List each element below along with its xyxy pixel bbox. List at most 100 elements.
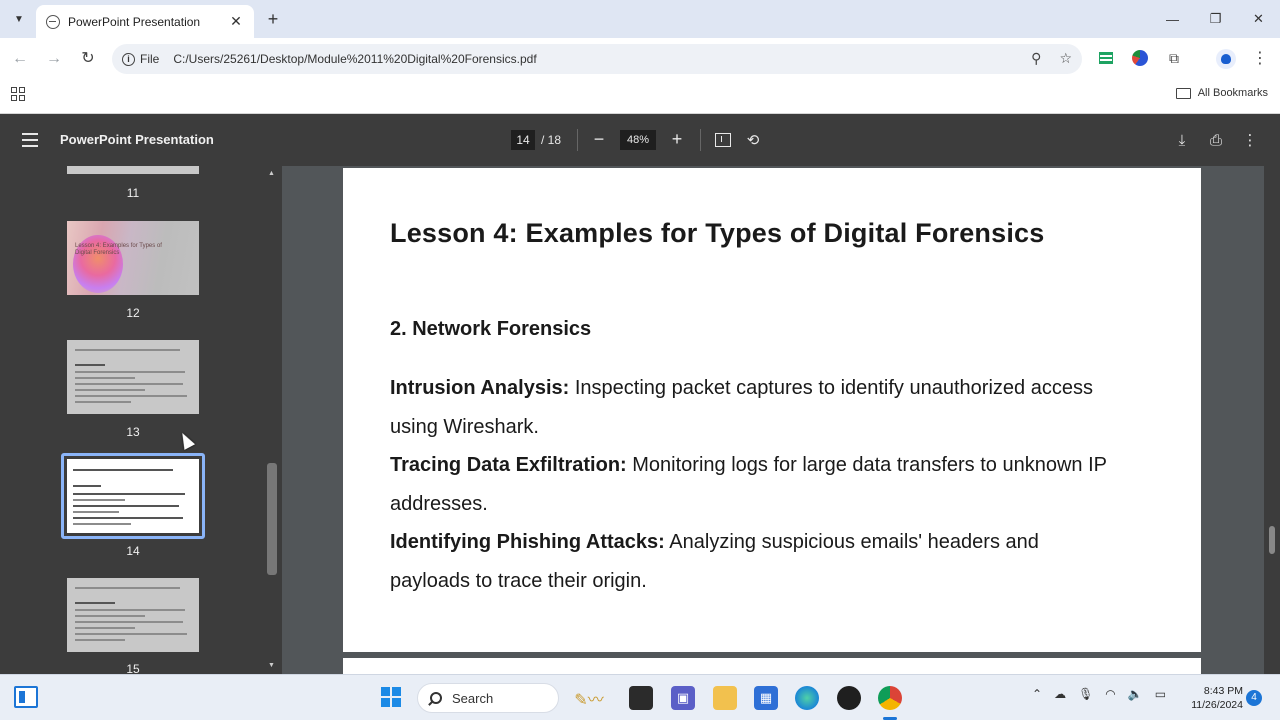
globe-icon — [46, 14, 60, 29]
maximize-button[interactable]: ❐ — [1194, 0, 1237, 38]
thumbnail-sidebar: 11 Lesson 4: Examples for Types of Digit… — [0, 166, 264, 674]
chat-icon[interactable]: ▣ — [671, 686, 695, 710]
new-tab-button[interactable]: + — [263, 9, 283, 29]
thumbnail-text: Lesson 4: Examples for Types of Digital … — [75, 243, 162, 256]
search-icon — [430, 692, 442, 704]
pdf-toolbar: PowerPoint Presentation 14 / 18 − 48% + … — [0, 114, 1280, 166]
scroll-up-icon[interactable]: ▲ — [268, 170, 275, 177]
clock-time: 8:43 PM — [1203, 685, 1243, 697]
page-total: / 18 — [541, 133, 562, 147]
close-window-button[interactable]: ✕ — [1237, 0, 1280, 38]
onedrive-icon[interactable]: ☁ — [1054, 687, 1066, 701]
bookmark-star-icon[interactable]: ☆ — [1059, 50, 1072, 67]
wifi-icon[interactable]: ◠ — [1105, 687, 1115, 701]
sidebar-menu-icon[interactable] — [22, 133, 38, 147]
scroll-down-icon[interactable]: ▼ — [268, 662, 275, 669]
site-info-chip[interactable]: i File — [122, 52, 159, 66]
divider — [700, 129, 701, 151]
minimize-button[interactable]: — — [1151, 0, 1194, 38]
file-explorer-icon[interactable] — [713, 686, 737, 710]
item-term: Tracing Data Exfiltration: — [390, 454, 627, 477]
microphone-icon[interactable]: 🎙 — [1078, 687, 1093, 701]
tab-title: PowerPoint Presentation — [68, 14, 201, 29]
print-icon[interactable]: ⎙ — [1205, 129, 1227, 151]
notification-badge[interactable]: 4 — [1246, 690, 1262, 706]
volume-icon[interactable]: 🔈 — [1128, 687, 1143, 701]
thumbnail-label: 14 — [126, 544, 140, 558]
clock[interactable]: 8:43 PM 11/26/2024 — [1183, 684, 1243, 712]
document-scroll-thumb[interactable] — [1269, 526, 1275, 554]
apps-grid-icon[interactable] — [11, 87, 25, 101]
extension-green-icon[interactable] — [1096, 48, 1116, 68]
widgets-icon[interactable] — [14, 686, 38, 708]
extensions-puzzle-icon[interactable]: ⧉ — [1164, 48, 1184, 68]
list-item: Intrusion Analysis: Inspecting packet ca… — [390, 369, 1110, 446]
thumbnail-label: 15 — [126, 662, 140, 674]
item-term: Identifying Phishing Attacks: — [390, 531, 665, 554]
search-label: Search — [452, 690, 494, 706]
sidebar-scrollbar[interactable]: ▲ ▼ — [264, 166, 282, 674]
forward-button[interactable]: → — [44, 49, 64, 69]
taskbar-search[interactable]: Search — [417, 683, 559, 713]
close-tab-button[interactable]: ✕ — [228, 13, 244, 30]
section-heading: 2. Network Forensics — [390, 318, 592, 340]
zoom-level-input[interactable]: 48% — [620, 130, 656, 150]
thumbnail-12[interactable]: Lesson 4: Examples for Types of Digital … — [67, 221, 199, 295]
download-icon[interactable]: ⤓ — [1171, 129, 1193, 151]
app-icon[interactable] — [837, 686, 861, 710]
thumbnail-13[interactable] — [67, 340, 199, 414]
taskbar: Search ✎〰 ▣ ▦ ⌃ ☁ 🎙 ◠ 🔈 ▭ 8:43 PM 11/26/… — [0, 674, 1280, 720]
task-view-icon[interactable] — [629, 686, 653, 710]
profile-avatar-icon[interactable] — [1216, 49, 1236, 69]
divider — [577, 129, 578, 151]
site-info-label: File — [140, 52, 160, 66]
reload-button[interactable]: ↻ — [78, 49, 98, 69]
slide-body: Intrusion Analysis: Inspecting packet ca… — [390, 369, 1110, 601]
info-icon: i — [122, 52, 135, 66]
slide-title: Lesson 4: Examples for Types of Digital … — [390, 218, 1045, 248]
selected-thumbnail-frame — [61, 453, 205, 539]
all-bookmarks-label: All Bookmarks — [1197, 87, 1268, 99]
sidebar-scroll-thumb[interactable] — [267, 463, 277, 575]
more-options-icon[interactable]: ⋮ — [1239, 129, 1261, 151]
battery-icon[interactable]: ▭ — [1155, 687, 1166, 701]
url-text[interactable]: C:/Users/25261/Desktop/Module%2011%20Dig… — [173, 52, 536, 66]
all-bookmarks-button[interactable]: All Bookmarks — [1175, 87, 1268, 99]
thumbnail-15[interactable] — [67, 578, 199, 652]
browser-toolbar: ← → ↻ i File C:/Users/25261/Desktop/Modu… — [0, 38, 1280, 80]
system-tray: ⌃ ☁ 🎙 ◠ 🔈 ▭ — [1032, 687, 1166, 701]
rotate-icon[interactable]: ⟲ — [742, 129, 764, 151]
edge-icon[interactable] — [795, 686, 819, 710]
item-term: Intrusion Analysis: — [390, 377, 570, 399]
extension-colorful-icon[interactable] — [1130, 48, 1150, 68]
fit-to-page-icon[interactable] — [712, 129, 734, 151]
pdf-page: Lesson 4: Examples for Types of Digital … — [343, 168, 1201, 652]
document-title: PowerPoint Presentation — [60, 132, 214, 147]
zoom-in-button[interactable]: + — [666, 128, 688, 150]
page-selector: 14 / 18 — [511, 130, 561, 150]
zoom-search-icon[interactable]: ⚲ — [1031, 50, 1041, 67]
bookmarks-bar: All Bookmarks — [0, 80, 1280, 114]
document-scrollbar[interactable] — [1264, 166, 1280, 674]
chevron-up-icon[interactable]: ⌃ — [1032, 687, 1042, 701]
pencil-doodle-icon[interactable]: ✎〰 — [566, 686, 612, 710]
store-icon[interactable]: ▦ — [754, 686, 778, 710]
start-button[interactable] — [381, 687, 401, 707]
browser-tab[interactable]: PowerPoint Presentation ✕ — [36, 5, 254, 38]
list-item: Tracing Data Exfiltration: Monitoring lo… — [390, 446, 1110, 523]
back-button[interactable]: ← — [10, 49, 30, 69]
address-bar[interactable]: i File C:/Users/25261/Desktop/Module%201… — [112, 44, 1082, 74]
folder-icon — [1175, 87, 1191, 99]
thumbnail-label: 12 — [126, 306, 140, 320]
list-item: Identifying Phishing Attacks: Analyzing … — [390, 523, 1110, 600]
window-controls: — ❐ ✕ — [1151, 0, 1280, 38]
browser-menu-icon[interactable]: ⋮ — [1252, 48, 1268, 68]
tab-strip: ▼ PowerPoint Presentation ✕ + — ❐ ✕ — [0, 0, 1280, 38]
thumbnail-label: 11 — [126, 186, 140, 200]
thumbnail-11[interactable] — [67, 166, 199, 174]
tab-search-chevron-icon[interactable]: ▼ — [8, 8, 30, 30]
page-number-input[interactable]: 14 — [511, 130, 535, 150]
chrome-icon[interactable] — [878, 686, 902, 710]
zoom-out-button[interactable]: − — [588, 128, 610, 150]
clock-date: 11/26/2024 — [1191, 699, 1243, 711]
